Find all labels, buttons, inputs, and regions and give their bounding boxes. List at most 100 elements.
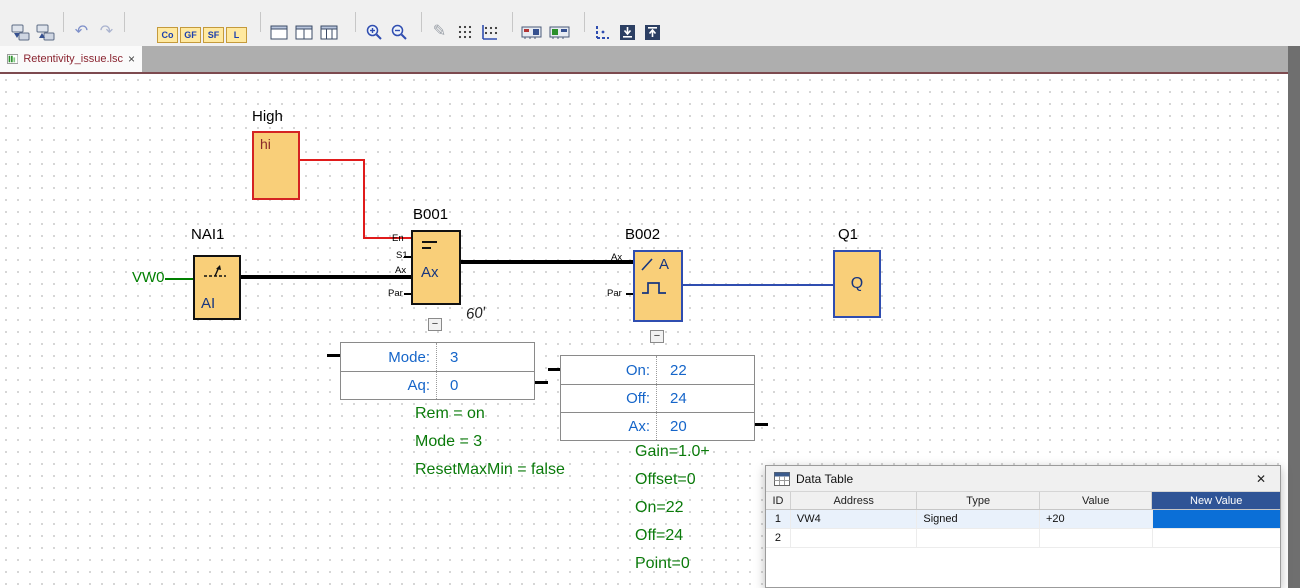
constants-button[interactable]: Co <box>157 27 178 43</box>
tab-retentivity-issue[interactable]: Retentivity_issue.lsc × <box>0 46 142 72</box>
zoom-in-icon <box>365 23 383 41</box>
param-row: Off: 24 <box>561 384 754 412</box>
data-table-titlebar[interactable]: Data Table ✕ <box>766 466 1280 492</box>
wire-red[interactable] <box>363 159 365 239</box>
block-output-q1[interactable]: Q <box>833 250 881 318</box>
annotation-b001: ResetMaxMin = false <box>415 461 565 479</box>
redo-icon: ↷ <box>100 24 113 40</box>
toolbar-group-palette: Co GF SF L <box>156 27 248 43</box>
column-header-id[interactable]: ID <box>766 492 791 509</box>
cell-id: 2 <box>766 529 791 547</box>
layout-single-button[interactable] <box>266 21 291 43</box>
block-label-nai1: NAI1 <box>191 226 224 243</box>
wire-red[interactable] <box>363 237 411 239</box>
layout-split-2-button[interactable] <box>291 21 316 43</box>
toolbar-separator <box>63 12 64 32</box>
raster-button[interactable] <box>452 21 477 43</box>
toolbar-group-undo: ↶ ↷ <box>69 21 119 43</box>
toolbar-separator <box>260 12 261 32</box>
wire-blue[interactable] <box>683 284 833 286</box>
wire-black[interactable] <box>241 275 411 279</box>
collapse-button-b001[interactable]: − <box>428 318 442 331</box>
upload-arrow-button[interactable] <box>640 21 665 43</box>
download-to-device-button[interactable] <box>8 21 33 43</box>
line-tool-button[interactable]: ✎ <box>427 21 452 43</box>
table-row[interactable]: 1 VW4 Signed +20 <box>766 510 1280 529</box>
annotation-b002: Point=0 <box>635 555 690 573</box>
undo-icon: ↶ <box>75 24 88 40</box>
layout-single-icon <box>270 25 288 40</box>
param-value: 3 <box>436 343 534 371</box>
redo-button[interactable]: ↷ <box>94 21 119 43</box>
column-header-address[interactable]: Address <box>791 492 918 509</box>
port-ax: Ax <box>395 265 406 276</box>
amplifier-icon <box>422 247 431 249</box>
cursor-artifact: 60′ <box>465 304 486 323</box>
download-arrow-button[interactable] <box>615 21 640 43</box>
label-tool-button[interactable]: L <box>226 27 247 43</box>
wire-black[interactable] <box>461 260 633 264</box>
port-ax: Ax <box>611 252 622 263</box>
online-test-icon <box>549 24 571 40</box>
block-threshold-trigger[interactable]: A <box>633 250 683 322</box>
wire-green[interactable] <box>165 278 193 280</box>
annotation-b001: Rem = on <box>415 405 485 423</box>
close-icon[interactable]: ✕ <box>1250 472 1272 486</box>
analog-input-icon <box>203 264 227 280</box>
basic-functions-button[interactable]: GF <box>180 27 201 43</box>
toolbar-group-layout <box>266 21 341 43</box>
port-stub <box>404 256 411 258</box>
window-edge <box>1288 46 1300 588</box>
column-header-value[interactable]: Value <box>1040 492 1153 509</box>
param-value: 0 <box>436 372 534 399</box>
reference-line-icon <box>594 24 611 41</box>
layout-split-2-icon <box>295 25 313 40</box>
simulation-icon <box>521 24 543 40</box>
cell-address: VW4 <box>791 510 918 528</box>
app-window: ↶ ↷ Co GF SF L <box>0 0 1300 588</box>
block-analog-input[interactable]: AI <box>193 255 241 320</box>
special-functions-button[interactable]: SF <box>203 27 224 43</box>
data-table-icon <box>774 472 790 486</box>
layout-split-3-button[interactable] <box>316 21 341 43</box>
tab-close-icon[interactable]: × <box>128 52 135 66</box>
annotation-b001: Mode = 3 <box>415 433 482 451</box>
download-to-device-icon <box>11 24 30 41</box>
wire-red[interactable] <box>299 159 365 161</box>
upload-arrow-icon <box>644 24 661 41</box>
annotation-b002: Off=24 <box>635 527 683 545</box>
wire-label-vw0: VW0 <box>132 269 165 286</box>
param-value: 24 <box>656 385 754 412</box>
param-value: 20 <box>656 413 754 440</box>
layout-split-3-icon <box>320 25 338 40</box>
block-b001-text: Ax <box>421 264 439 281</box>
simulation-button[interactable] <box>518 21 546 43</box>
upload-from-device-button[interactable] <box>33 21 58 43</box>
port-par: Par <box>388 288 403 299</box>
param-box-b002[interactable]: On: 22 Off: 24 Ax: 20 <box>560 355 755 441</box>
param-name: Mode: <box>341 343 436 371</box>
reference-line-button[interactable] <box>590 21 615 43</box>
undo-button[interactable]: ↶ <box>69 21 94 43</box>
column-header-new-value[interactable]: New Value <box>1152 492 1280 509</box>
param-name: Off: <box>561 385 656 412</box>
zoom-in-button[interactable] <box>361 21 386 43</box>
param-name: Ax: <box>561 413 656 440</box>
block-high[interactable]: hi <box>252 131 300 200</box>
new-value-cell[interactable] <box>1153 529 1281 547</box>
column-header-type[interactable]: Type <box>917 492 1040 509</box>
online-test-button[interactable] <box>546 21 574 43</box>
toolbar-separator <box>512 12 513 32</box>
document-icon <box>7 53 18 65</box>
param-box-b001[interactable]: Mode: 3 Aq: 0 <box>340 342 535 400</box>
new-value-cell[interactable] <box>1153 510 1281 528</box>
toolbar-group-transfer2 <box>590 21 665 43</box>
data-table-window: Data Table ✕ ID Address Type Value New V… <box>765 465 1281 588</box>
block-analog-amplifier[interactable]: Ax <box>411 230 461 305</box>
snap-raster-button[interactable] <box>477 21 502 43</box>
collapse-button-b002[interactable]: − <box>650 330 664 343</box>
table-row[interactable]: 2 <box>766 529 1280 548</box>
upload-from-device-icon <box>36 24 55 41</box>
zoom-out-button[interactable] <box>386 21 411 43</box>
block-b002-text: A <box>659 256 669 273</box>
